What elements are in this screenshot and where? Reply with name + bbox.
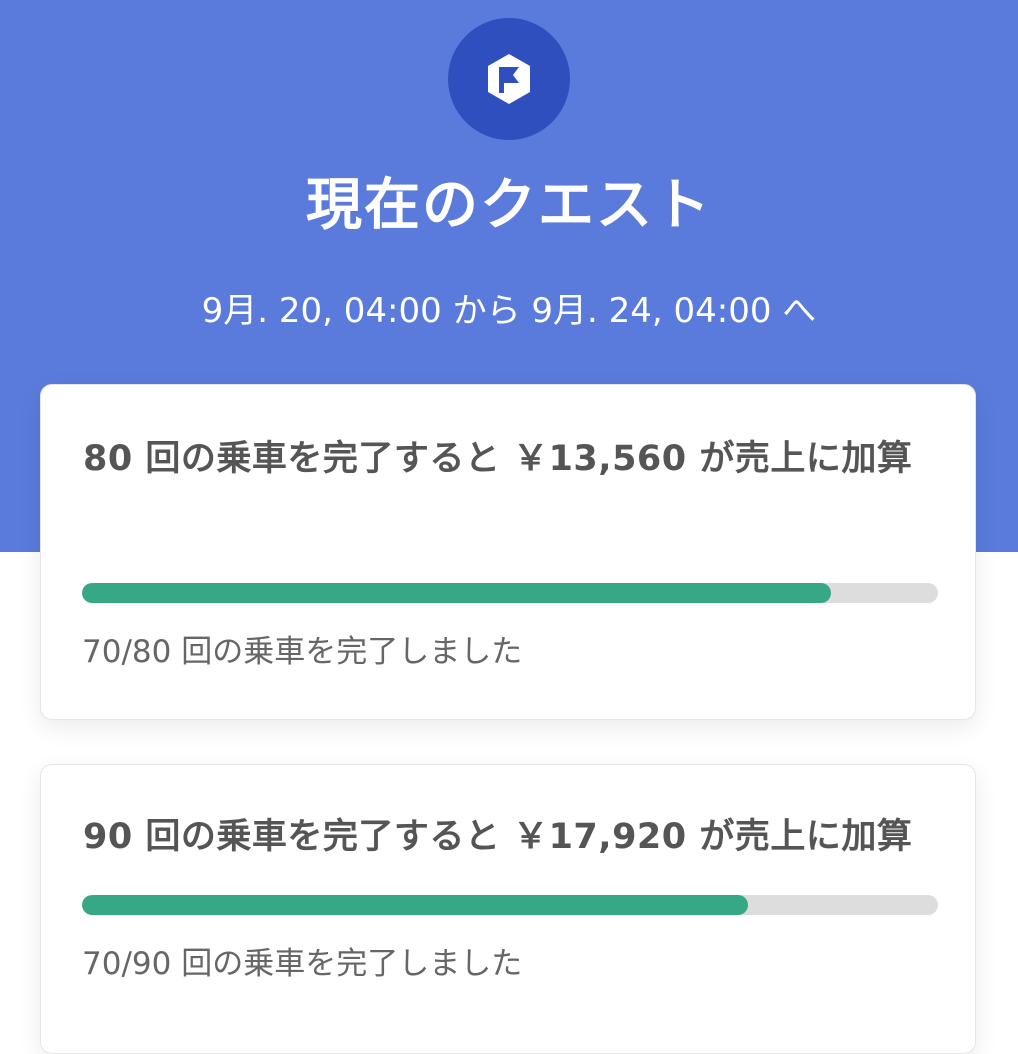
quest-card-1[interactable]: 80 回の乗車を完了すると ￥13,560 が売上に加算 70/80 回の乗車を…	[40, 384, 976, 720]
progress-bar	[82, 583, 938, 603]
progress-bar	[82, 895, 938, 915]
page-title: 現在のクエスト	[306, 173, 712, 238]
quest-title: 80 回の乗車を完了すると ￥13,560 が売上に加算	[83, 439, 913, 479]
date-range: 9月. 20, 04:00 から 9月. 24, 04:00 へ	[201, 291, 817, 331]
progress-fill	[82, 895, 748, 915]
quest-card-2[interactable]: 90 回の乗車を完了すると ￥17,920 が売上に加算 70/90 回の乗車を…	[40, 764, 976, 1054]
flag-icon	[448, 18, 570, 140]
progress-text: 70/90 回の乗車を完了しました	[82, 946, 523, 982]
quest-title: 90 回の乗車を完了すると ￥17,920 が売上に加算	[83, 817, 913, 857]
progress-text: 70/80 回の乗車を完了しました	[82, 634, 523, 670]
progress-fill	[82, 583, 831, 603]
